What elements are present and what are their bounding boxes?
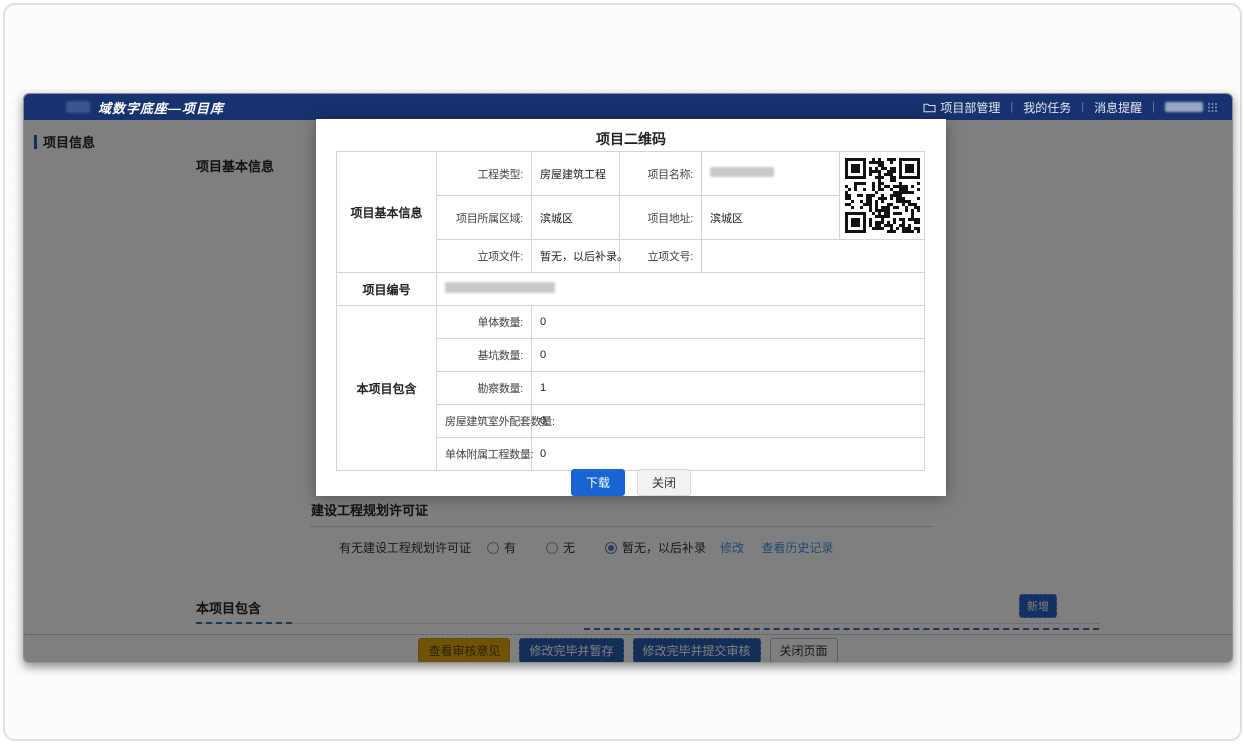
project-region-label: 项目所属区域: — [437, 196, 532, 240]
project-number-value — [437, 273, 925, 306]
redacted-username — [1165, 102, 1203, 112]
project-address-value: 滨城区 — [702, 196, 840, 240]
count-value: 0 — [532, 405, 925, 438]
menu-item-user[interactable] — [1165, 102, 1218, 113]
project-region-value: 滨城区 — [532, 196, 620, 240]
app-window: 域数字底座—项目库 项目部管理 | 我的任务 | 消息提醒 | — [23, 93, 1233, 663]
count-value: 0 — [532, 306, 925, 339]
qr-code-image — [845, 158, 920, 233]
project-number-label: 项目编号 — [337, 273, 437, 306]
table-row: 项目编号 — [337, 273, 925, 306]
menu-item-notifications[interactable]: 消息提醒 — [1094, 99, 1142, 116]
count-value: 0 — [532, 438, 925, 471]
count-label: 基坑数量: — [437, 339, 532, 372]
project-name-label: 项目名称: — [620, 152, 702, 196]
modal-title: 项目二维码 — [316, 119, 946, 149]
project-name-value — [702, 152, 840, 196]
project-address-label: 项目地址: — [620, 196, 702, 240]
menu-divider: | — [1010, 101, 1013, 113]
folder-icon — [923, 102, 936, 113]
app-title: 域数字底座—项目库 — [98, 98, 224, 117]
count-label: 单体数量: — [437, 306, 532, 339]
menu-divider: | — [1081, 101, 1084, 113]
count-label: 勘察数量: — [437, 372, 532, 405]
modal-close-button[interactable]: 关闭 — [637, 469, 691, 496]
menu-divider: | — [1152, 101, 1155, 113]
redacted-logo — [66, 101, 90, 113]
top-header: 域数字底座—项目库 项目部管理 | 我的任务 | 消息提醒 | — [24, 94, 1232, 120]
menu-item-label: 消息提醒 — [1094, 99, 1142, 116]
header-menu: 项目部管理 | 我的任务 | 消息提醒 | — [923, 99, 1218, 116]
apps-grid-icon — [1207, 102, 1218, 113]
count-label: 房屋建筑室外配套数量: — [437, 405, 532, 438]
menu-item-my-tasks[interactable]: 我的任务 — [1023, 99, 1071, 116]
count-value: 1 — [532, 372, 925, 405]
menu-item-label: 我的任务 — [1023, 99, 1071, 116]
redacted-project-number — [445, 282, 555, 293]
count-value: 0 — [532, 339, 925, 372]
approval-docno-label: 立项文号: — [620, 240, 702, 273]
header-brand: 域数字底座—项目库 — [66, 98, 224, 117]
qr-code-cell — [840, 152, 925, 240]
count-label: 单体附属工程数量: — [437, 438, 532, 471]
group-basic-info: 项目基本信息 — [337, 152, 437, 273]
qr-code-modal: 项目二维码 项目基本信息 工程类型: 房屋建筑工程 项目名称: 项目所属区域: … — [316, 119, 946, 496]
approval-docno-value — [702, 240, 925, 273]
menu-item-project-dept[interactable]: 项目部管理 — [923, 99, 1000, 116]
approval-doc-value: 暂无，以后补录。 — [532, 240, 620, 273]
project-type-label: 工程类型: — [437, 152, 532, 196]
project-type-value: 房屋建筑工程 — [532, 152, 620, 196]
group-contains: 本项目包含 — [337, 306, 437, 471]
approval-doc-label: 立项文件: — [437, 240, 532, 273]
menu-item-label: 项目部管理 — [940, 99, 1000, 116]
download-button[interactable]: 下载 — [571, 469, 625, 496]
table-row: 项目基本信息 工程类型: 房屋建筑工程 项目名称: — [337, 152, 925, 196]
redacted-project-name — [710, 167, 774, 177]
modal-button-bar: 下载 关闭 — [316, 469, 946, 496]
page-frame: 域数字底座—项目库 项目部管理 | 我的任务 | 消息提醒 | — [3, 3, 1242, 741]
table-row: 本项目包含 单体数量: 0 — [337, 306, 925, 339]
project-info-table: 项目基本信息 工程类型: 房屋建筑工程 项目名称: 项目所属区域: 滨城区 项目… — [336, 151, 925, 471]
